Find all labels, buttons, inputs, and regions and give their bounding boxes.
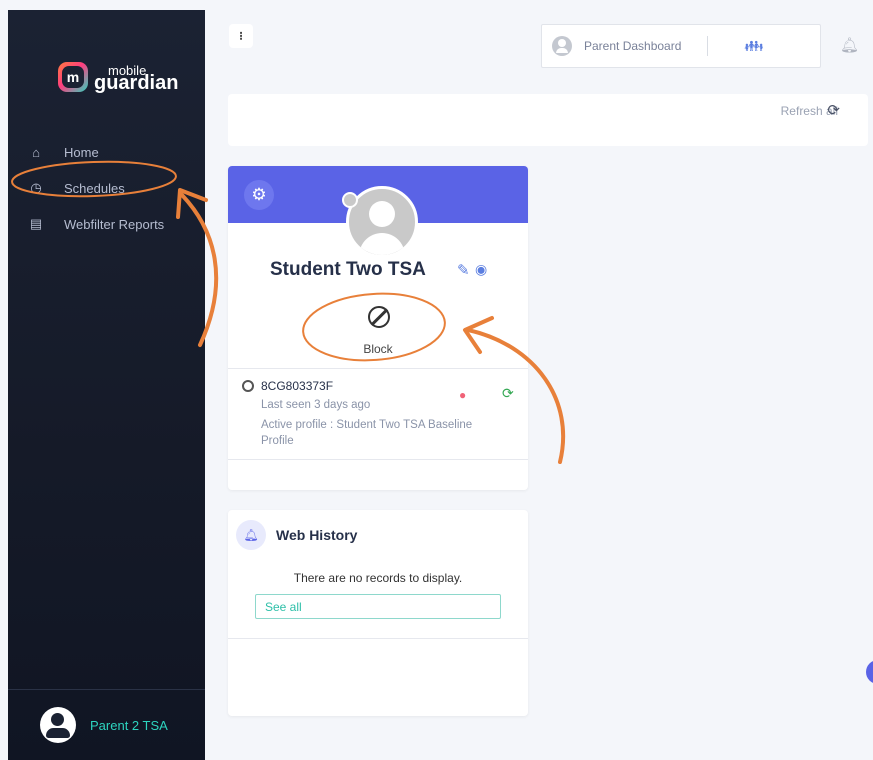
eye-icon[interactable]: ◉ (475, 261, 487, 278)
bell-icon[interactable]: 🔔︎ (840, 36, 859, 54)
web-history-title: Web History (276, 527, 358, 543)
mobile-guardian-logo[interactable]: m mobile guardian (58, 62, 179, 94)
floating-help-button[interactable] (866, 660, 873, 684)
user-name: Parent 2 TSA (90, 717, 168, 733)
logo-line2: guardian (94, 72, 179, 94)
block-icon[interactable] (368, 306, 390, 328)
edit-icon[interactable]: ✎ (457, 261, 470, 279)
student-name: Student Two TSA (270, 259, 426, 280)
user-avatar-icon (40, 707, 76, 743)
block-button-label[interactable]: Block (228, 342, 528, 356)
vertical-dots-icon: ⁝ (239, 29, 243, 43)
sidebar: m mobile guardian ⌂ Home ◷ Schedules ▤ W… (8, 10, 205, 760)
status-indicator (342, 192, 358, 208)
web-history-card: 🔔︎ Web History There are no records to d… (228, 510, 528, 716)
sidebar-user[interactable]: Parent 2 TSA (8, 689, 205, 760)
dashboard-switcher[interactable]: Parent Dashboard 👪︎ (541, 24, 821, 68)
device-eye-icon[interactable]: ● (459, 388, 466, 402)
divider (707, 36, 709, 56)
logo-badge-icon: m (58, 62, 88, 92)
bell-icon: 🔔︎ (236, 520, 266, 550)
see-all-button[interactable]: See all (255, 594, 501, 619)
family-icon[interactable]: 👪︎ (744, 37, 763, 55)
sidebar-nav: ⌂ Home ◷ Schedules ▤ Webfilter Reports (8, 134, 205, 242)
gear-icon[interactable]: ⚙ (244, 180, 274, 210)
user-circle-icon (552, 36, 572, 56)
sidebar-item-label: Webfilter Reports (64, 216, 165, 232)
menu-toggle-button[interactable]: ⁝ (229, 24, 253, 48)
sidebar-item-label: Home (64, 144, 99, 160)
dashboard-label: Parent Dashboard (584, 39, 682, 53)
sync-icon[interactable]: ⟳ (502, 385, 514, 402)
empty-state-text: There are no records to display. (293, 571, 463, 585)
divider (228, 638, 528, 639)
sidebar-item-webfilter-reports[interactable]: ▤ Webfilter Reports (8, 206, 205, 242)
device-id: 8CG803373F (261, 379, 334, 393)
device-active-profile: Active profile : Student Two TSA Baselin… (261, 419, 473, 447)
clock-icon: ◷ (30, 180, 42, 195)
sidebar-item-schedules[interactable]: ◷ Schedules (8, 170, 205, 206)
divider (228, 368, 528, 369)
student-card: ⚙ Student Two TSA ✎ ◉ Block 8CG803373F L… (228, 166, 528, 490)
report-icon: ▤ (29, 216, 43, 231)
sidebar-item-home[interactable]: ⌂ Home (8, 134, 205, 170)
home-icon: ⌂ (32, 144, 40, 160)
sidebar-item-label: Schedules (64, 180, 125, 196)
chrome-icon (242, 380, 254, 392)
divider (228, 459, 528, 460)
device-last-seen: Last seen 3 days ago (261, 399, 371, 411)
refresh-bar: Refresh all ⟳ (228, 94, 868, 146)
refresh-icon[interactable]: ⟳ (827, 101, 840, 119)
